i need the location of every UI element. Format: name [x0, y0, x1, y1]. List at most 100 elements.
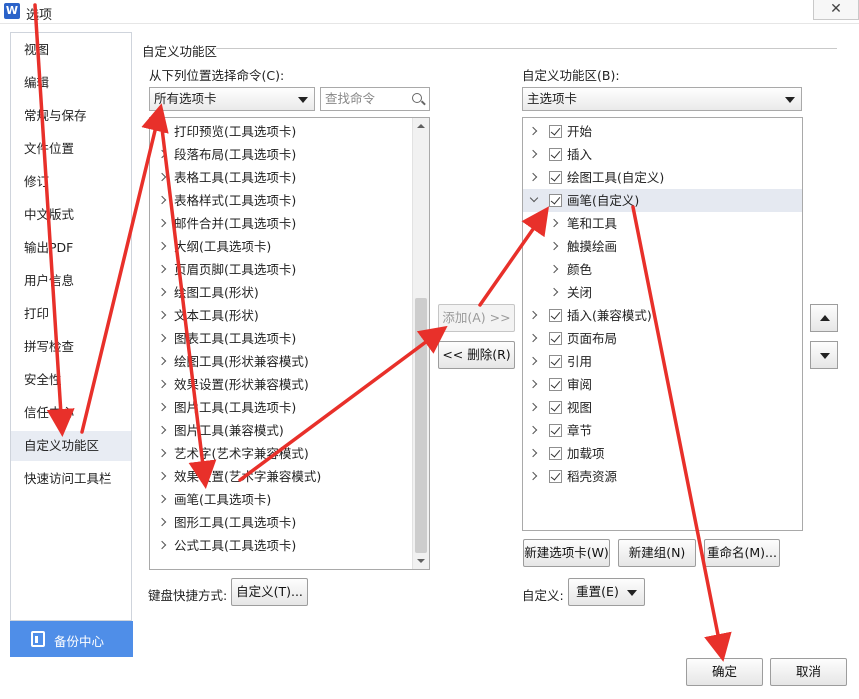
checkbox-checked[interactable]: [549, 424, 562, 437]
sidebar-item-file-location[interactable]: 文件位置: [11, 134, 131, 164]
chevron-right-icon: [157, 402, 167, 412]
checkbox-checked[interactable]: [549, 309, 562, 322]
close-button[interactable]: ✕: [813, 0, 859, 20]
checkbox-checked[interactable]: [549, 171, 562, 184]
list-item[interactable]: 页眉页脚(工具选项卡): [150, 258, 412, 281]
commands-scrollbar[interactable]: [412, 118, 429, 569]
list-item[interactable]: 图表工具(工具选项卡): [150, 327, 412, 350]
sidebar-item-quick-access-toolbar[interactable]: 快速访问工具栏: [11, 464, 131, 494]
options-sidebar: 视图 编辑 常规与保存 文件位置 修订 中文版式 输出PDF 用户信息 打印 拼…: [10, 32, 132, 621]
sidebar-item-user-info[interactable]: 用户信息: [11, 266, 131, 296]
list-item-label: 绘图工具(形状兼容模式): [174, 354, 309, 369]
chevron-down-icon: [529, 193, 539, 203]
checkbox-checked[interactable]: [549, 125, 562, 138]
list-item[interactable]: 文本工具(形状): [150, 304, 412, 327]
list-item[interactable]: 段落布局(工具选项卡): [150, 143, 412, 166]
list-item[interactable]: 公式工具(工具选项卡): [150, 534, 412, 557]
checkbox-checked[interactable]: [549, 447, 562, 460]
tree-item-selected[interactable]: 画笔(自定义): [523, 189, 802, 212]
scroll-up-icon[interactable]: [413, 118, 429, 134]
checkbox-checked[interactable]: [549, 332, 562, 345]
list-item[interactable]: 效果设置(形状兼容模式): [150, 373, 412, 396]
tree-item-label: 颜色: [567, 262, 593, 277]
tree-item[interactable]: 章节: [523, 419, 802, 442]
chevron-right-icon: [528, 172, 538, 182]
list-item[interactable]: 邮件合并(工具选项卡): [150, 212, 412, 235]
commands-source-select[interactable]: 所有选项卡: [149, 87, 315, 111]
tree-item[interactable]: 稻壳资源: [523, 465, 802, 488]
wps-app-icon: W: [4, 3, 20, 19]
checkbox-checked[interactable]: [549, 355, 562, 368]
checkbox-checked[interactable]: [549, 470, 562, 483]
reset-dropdown-button[interactable]: 重置(E): [568, 578, 645, 606]
list-item[interactable]: 大纲(工具选项卡): [150, 235, 412, 258]
new-group-button[interactable]: 新建组(N): [618, 539, 696, 567]
chevron-down-icon: [785, 97, 795, 103]
list-item-label: 效果设置(艺术字兼容模式): [174, 469, 322, 484]
commands-list[interactable]: 打印预览(工具选项卡) 段落布局(工具选项卡) 表格工具(工具选项卡) 表格样式…: [149, 117, 430, 570]
sidebar-item-revision[interactable]: 修订: [11, 167, 131, 197]
checkbox-checked[interactable]: [549, 378, 562, 391]
sidebar-item-spell-check[interactable]: 拼写检查: [11, 332, 131, 362]
checkbox-checked[interactable]: [549, 401, 562, 414]
tree-subitem[interactable]: 颜色: [523, 258, 802, 281]
list-item[interactable]: 绘图工具(形状): [150, 281, 412, 304]
cancel-button[interactable]: 取消: [770, 658, 847, 686]
tree-item[interactable]: 视图: [523, 396, 802, 419]
tree-item[interactable]: 开始: [523, 120, 802, 143]
list-item[interactable]: 艺术字(艺术字兼容模式): [150, 442, 412, 465]
tree-subitem[interactable]: 关闭: [523, 281, 802, 304]
tree-item[interactable]: 页面布局: [523, 327, 802, 350]
list-item[interactable]: 打印预览(工具选项卡): [150, 120, 412, 143]
tree-item[interactable]: 插入(兼容模式): [523, 304, 802, 327]
chevron-right-icon: [528, 126, 538, 136]
backup-center-button[interactable]: 备份中心: [10, 621, 133, 657]
scroll-thumb[interactable]: [415, 298, 427, 553]
tree-subitem[interactable]: 触摸绘画: [523, 235, 802, 258]
list-item[interactable]: 图形工具(工具选项卡): [150, 511, 412, 534]
sidebar-item-customize-ribbon[interactable]: 自定义功能区: [11, 431, 131, 461]
list-item[interactable]: 图片工具(兼容模式): [150, 419, 412, 442]
rename-button[interactable]: 重命名(M)...: [704, 539, 780, 567]
tree-item[interactable]: 插入: [523, 143, 802, 166]
scroll-down-icon[interactable]: [413, 553, 429, 569]
search-command-input[interactable]: 查找命令: [320, 87, 430, 111]
sidebar-item-export-pdf[interactable]: 输出PDF: [11, 233, 131, 263]
ribbon-tabs-select[interactable]: 主选项卡: [522, 87, 802, 111]
new-tab-button[interactable]: 新建选项卡(W): [523, 539, 610, 567]
tree-item-label: 开始: [567, 124, 593, 139]
list-item[interactable]: 图片工具(工具选项卡): [150, 396, 412, 419]
list-item-label: 艺术字(艺术字兼容模式): [174, 446, 309, 461]
tree-subitem[interactable]: 笔和工具: [523, 212, 802, 235]
sidebar-item-print[interactable]: 打印: [11, 299, 131, 329]
sidebar-item-view[interactable]: 视图: [11, 35, 131, 65]
add-button[interactable]: 添加(A) >>: [438, 304, 515, 332]
move-up-button[interactable]: [810, 304, 838, 332]
chevron-right-icon: [528, 402, 538, 412]
ok-button[interactable]: 确定: [686, 658, 763, 686]
tree-item-label: 笔和工具: [567, 216, 618, 231]
list-item[interactable]: 绘图工具(形状兼容模式): [150, 350, 412, 373]
chevron-right-icon: [528, 356, 538, 366]
tree-item[interactable]: 审阅: [523, 373, 802, 396]
remove-button[interactable]: << 删除(R): [438, 341, 515, 369]
move-down-button[interactable]: [810, 341, 838, 369]
checkbox-checked[interactable]: [549, 194, 562, 207]
sidebar-item-chinese-layout[interactable]: 中文版式: [11, 200, 131, 230]
sidebar-item-trust-center[interactable]: 信任中心: [11, 398, 131, 428]
tree-item[interactable]: 绘图工具(自定义): [523, 166, 802, 189]
sidebar-item-edit[interactable]: 编辑: [11, 68, 131, 98]
list-item[interactable]: 表格样式(工具选项卡): [150, 189, 412, 212]
tree-item[interactable]: 引用: [523, 350, 802, 373]
ribbon-tree[interactable]: 开始 插入 绘图工具(自定义) 画笔(自定义) 笔和工具 触摸绘画 颜色 关闭 …: [522, 117, 803, 531]
sidebar-item-security[interactable]: 安全性: [11, 365, 131, 395]
sidebar-item-general-save[interactable]: 常规与保存: [11, 101, 131, 131]
search-icon: [412, 93, 422, 103]
checkbox-checked[interactable]: [549, 148, 562, 161]
list-item[interactable]: 表格工具(工具选项卡): [150, 166, 412, 189]
customize-shortcut-button[interactable]: 自定义(T)...: [231, 578, 308, 606]
custom-label: 自定义:: [522, 588, 564, 603]
list-item[interactable]: 效果设置(艺术字兼容模式): [150, 465, 412, 488]
tree-item[interactable]: 加载项: [523, 442, 802, 465]
list-item[interactable]: 画笔(工具选项卡): [150, 488, 412, 511]
